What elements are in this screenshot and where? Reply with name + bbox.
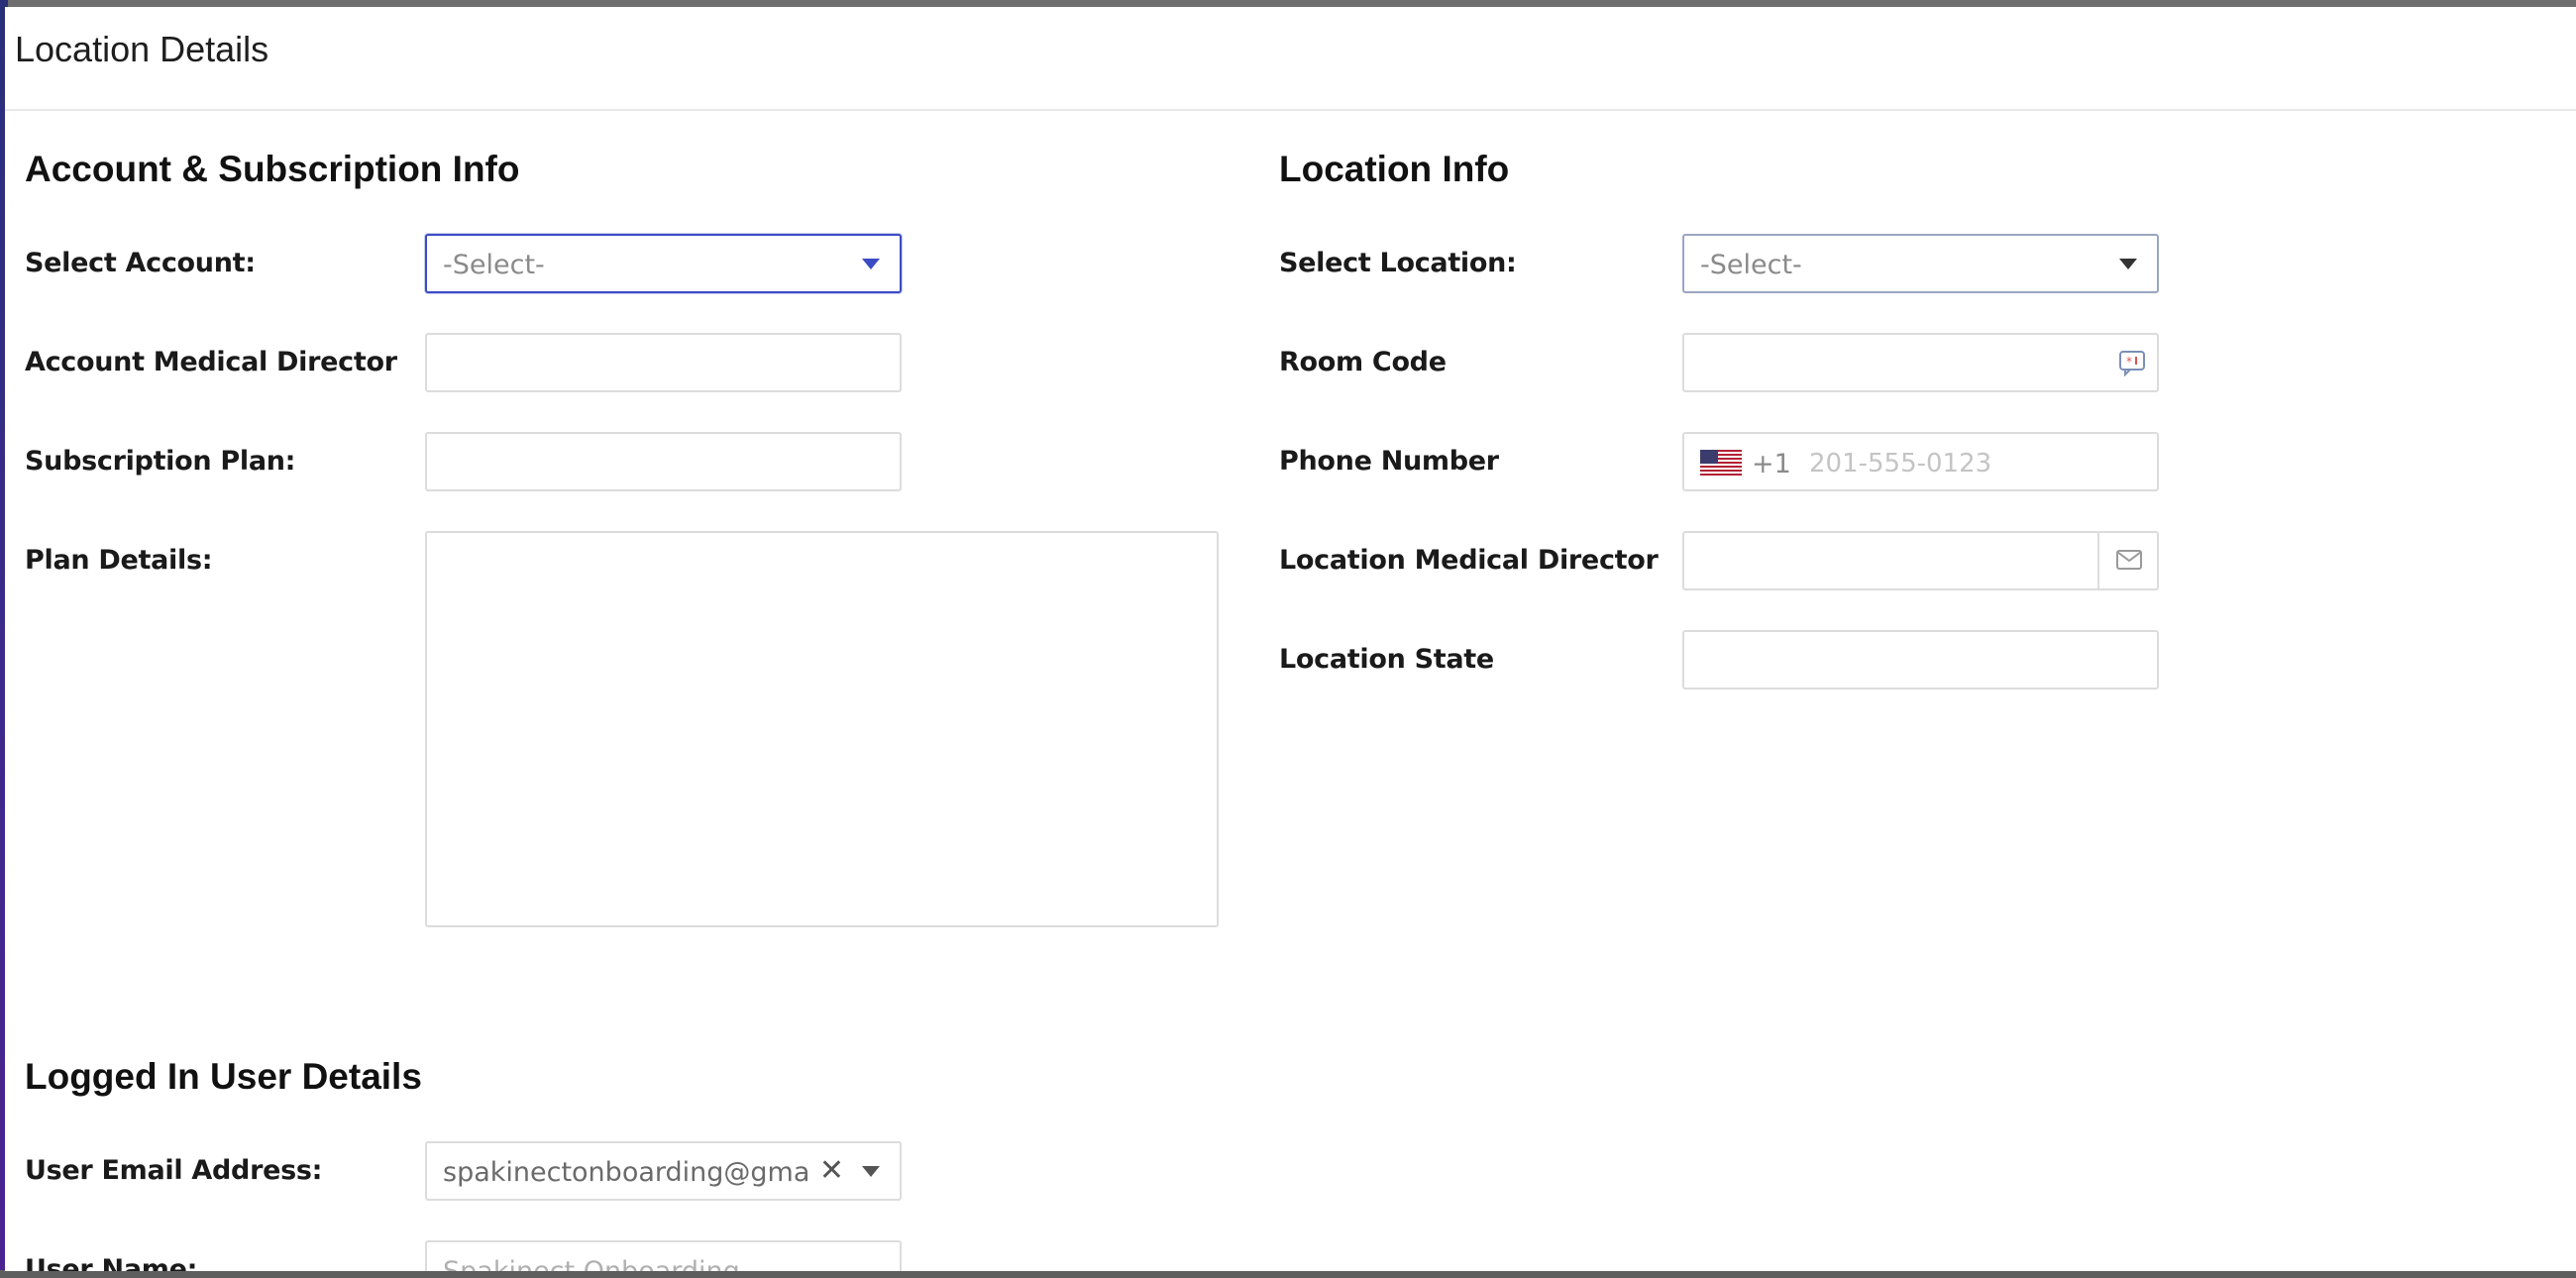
select-location-dropdown[interactable]: -Select-: [1682, 234, 2159, 293]
phone-placeholder: 201-555-0123: [1809, 449, 1992, 479]
account-section-title: Account & Subscription Info: [25, 149, 520, 189]
select-account-label: Select Account:: [25, 248, 256, 278]
select-account-dropdown[interactable]: -Select-: [425, 234, 902, 293]
chevron-down-icon: [862, 1166, 880, 1177]
background-edge-bottom: [0, 1270, 2576, 1278]
phone-number-input[interactable]: +1 201-555-0123: [1682, 432, 2159, 491]
email-addon-button[interactable]: [2097, 533, 2157, 588]
account-medical-director-input[interactable]: [425, 333, 902, 392]
phone-number-label: Phone Number: [1279, 446, 1499, 477]
room-code-label: Room Code: [1279, 347, 1447, 377]
user-name-label: User Name:: [25, 1254, 198, 1271]
country-code: +1: [1752, 449, 1791, 479]
select-location-label: Select Location:: [1279, 248, 1517, 278]
plan-details-textarea[interactable]: [425, 531, 1219, 927]
location-medical-director-input[interactable]: [1682, 531, 2159, 590]
user-section-title: Logged In User Details: [25, 1056, 422, 1097]
select-account-value: -Select-: [443, 250, 545, 280]
location-details-modal: Location Details Account & Subscription …: [5, 7, 2576, 1271]
chevron-down-icon: [862, 259, 880, 269]
location-state-input[interactable]: [1682, 630, 2159, 690]
subscription-plan-input[interactable]: [425, 432, 902, 491]
select-location-value: -Select-: [1700, 250, 1802, 280]
us-flag-icon[interactable]: [1700, 450, 1742, 476]
room-code-input[interactable]: *: [1682, 333, 2159, 392]
svg-text:*: *: [2126, 355, 2132, 369]
user-name-value: Spakinect Onboarding: [443, 1256, 740, 1271]
clear-icon[interactable]: ✕: [819, 1153, 844, 1188]
user-email-value: spakinectonboarding@gmail....: [443, 1157, 809, 1188]
modal-header: Location Details: [5, 7, 2576, 111]
location-state-label: Location State: [1279, 644, 1494, 675]
location-section-title: Location Info: [1279, 149, 1510, 189]
user-email-select[interactable]: spakinectonboarding@gmail.... ✕: [425, 1141, 902, 1201]
contact-card-icon[interactable]: *: [2117, 349, 2147, 376]
account-medical-director-label: Account Medical Director: [25, 347, 397, 377]
plan-details-label: Plan Details:: [25, 545, 213, 576]
envelope-icon: [2116, 550, 2142, 570]
user-email-label: User Email Address:: [25, 1155, 323, 1186]
user-name-input[interactable]: Spakinect Onboarding: [425, 1240, 902, 1271]
location-medical-director-label: Location Medical Director: [1279, 545, 1659, 576]
subscription-plan-label: Subscription Plan:: [25, 446, 296, 477]
modal-title: Location Details: [15, 29, 269, 69]
chevron-down-icon: [2119, 259, 2137, 269]
